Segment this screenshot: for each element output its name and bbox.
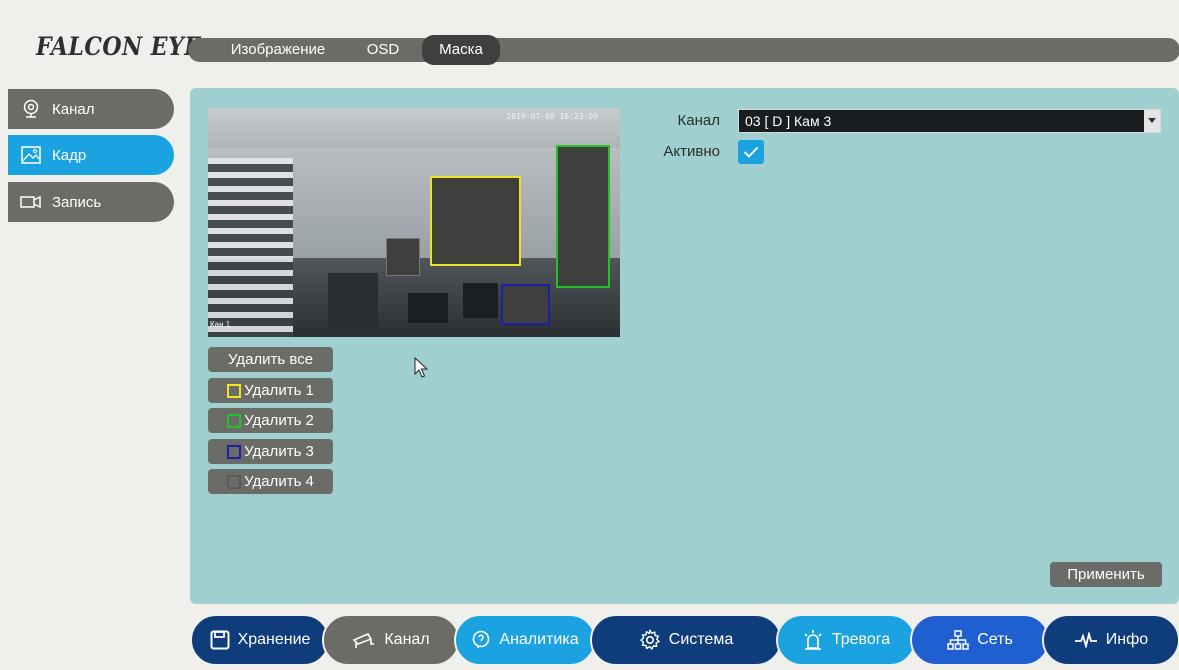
preview-monitor xyxy=(408,293,448,323)
channel-select-value: 03 [ D ] Кам 3 xyxy=(745,113,832,129)
nav-system-button[interactable]: Система xyxy=(590,614,782,666)
sidebar-item-label: Канал xyxy=(52,100,95,118)
nav-alarm-button[interactable]: Тревога xyxy=(776,614,916,666)
channel-label: Канал xyxy=(677,112,720,129)
channel-select[interactable]: 03 [ D ] Кам 3 xyxy=(738,109,1161,133)
image-icon xyxy=(20,144,42,166)
nav-label: Сеть xyxy=(977,631,1013,648)
sidebar-item-label: Запись xyxy=(52,193,102,211)
bottom-nav: Хранение Канал Аналитика Система Тревога… xyxy=(190,614,1179,666)
preview-desk xyxy=(328,273,378,328)
mask-color-swatch xyxy=(227,444,242,459)
chevron-down-icon[interactable] xyxy=(1144,110,1160,132)
alarm-light-icon xyxy=(802,629,824,651)
sidebar-item-label: Кадр xyxy=(52,146,87,164)
mask-settings-panel: 2019-07-08 16:23:09 Кан 1 Удалить все Уд… xyxy=(190,88,1179,604)
nav-label: Канал xyxy=(384,631,430,648)
tab-mask[interactable]: Маска xyxy=(422,35,500,65)
delete-mask-label: Удалить 2 xyxy=(244,412,314,429)
mask-region-3[interactable] xyxy=(501,284,550,325)
delete-mask-3-button[interactable]: Удалить 3 xyxy=(208,439,333,464)
apply-button[interactable]: Применить xyxy=(1050,562,1162,587)
delete-mask-1-button[interactable]: Удалить 1 xyxy=(208,378,333,403)
mask-region-1[interactable] xyxy=(430,176,521,266)
delete-mask-label: Удалить 1 xyxy=(244,382,314,399)
mask-color-swatch xyxy=(227,413,242,428)
mask-color-swatch xyxy=(227,383,242,398)
nav-network-button[interactable]: Сеть xyxy=(910,614,1050,666)
mask-color-swatch xyxy=(227,474,242,489)
delete-all-button[interactable]: Удалить все xyxy=(208,347,333,372)
nav-label: Система xyxy=(668,631,734,648)
active-checkbox[interactable] xyxy=(738,140,764,164)
nav-label: Аналитика xyxy=(499,631,579,648)
preview-monitor xyxy=(463,283,498,318)
delete-mask-2-button[interactable]: Удалить 2 xyxy=(208,408,333,433)
mouse-cursor-icon xyxy=(414,356,429,384)
tab-image[interactable]: Изображение xyxy=(218,38,338,62)
sidebar-item-frame[interactable]: Кадр xyxy=(8,135,174,175)
preview-camera-label: Кан 1 xyxy=(210,320,231,329)
top-tab-bar: Изображение OSD Маска xyxy=(188,35,1179,65)
nav-label: Тревога xyxy=(831,631,891,648)
gear-icon xyxy=(639,629,661,651)
check-icon xyxy=(743,146,759,158)
delete-mask-4-button[interactable]: Удалить 4 xyxy=(208,469,333,494)
floppy-disk-icon xyxy=(210,630,230,650)
video-camera-icon xyxy=(20,191,42,213)
nav-label: Инфо xyxy=(1105,631,1149,648)
nav-storage-button[interactable]: Хранение xyxy=(190,614,330,666)
mask-region-2[interactable] xyxy=(556,145,610,288)
camera-preview[interactable]: 2019-07-08 16:23:09 Кан 1 xyxy=(208,108,620,337)
sidebar-item-channel[interactable]: Канал xyxy=(8,89,174,129)
nav-label: Хранение xyxy=(237,631,311,648)
preview-shelf xyxy=(208,158,293,337)
nav-analytics-button[interactable]: Аналитика xyxy=(454,614,596,666)
delete-mask-label: Удалить 3 xyxy=(244,443,314,460)
active-label: Активно xyxy=(663,143,720,160)
nav-info-button[interactable]: Инфо xyxy=(1042,614,1179,666)
nav-channel-button[interactable]: Канал xyxy=(322,614,460,666)
head-analytics-icon xyxy=(471,630,491,650)
webcam-icon xyxy=(20,98,42,120)
mask-region-4[interactable] xyxy=(386,238,420,276)
brand-logo: FALCON EYE xyxy=(36,32,202,62)
pulse-icon xyxy=(1074,632,1098,648)
preview-timestamp: 2019-07-08 16:23:09 xyxy=(506,112,598,121)
tab-osd[interactable]: OSD xyxy=(358,38,408,62)
sidebar-item-record[interactable]: Запись xyxy=(8,182,174,222)
delete-mask-label: Удалить 4 xyxy=(244,473,314,490)
network-icon xyxy=(947,630,969,650)
cctv-camera-icon xyxy=(352,631,376,649)
